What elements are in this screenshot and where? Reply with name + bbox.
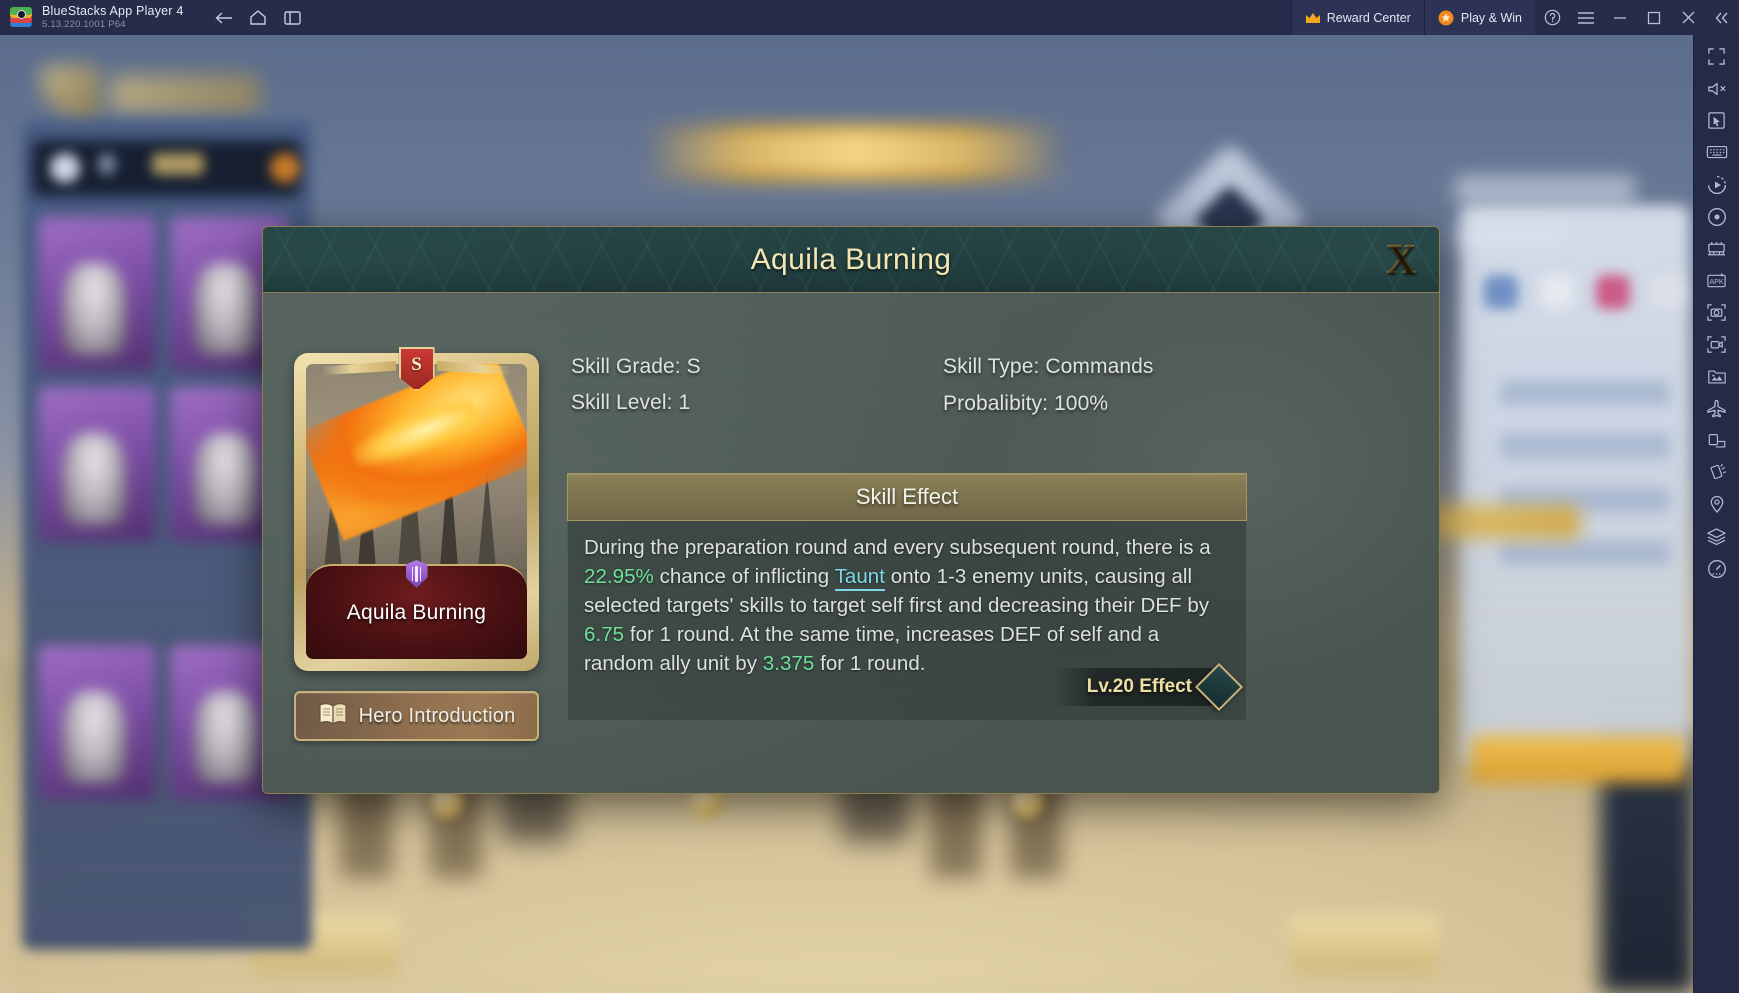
svg-text:APK: APK <box>1709 279 1723 286</box>
skill-probability-text: Probalibity: 100% <box>943 392 1109 415</box>
skill-value: 3.375 <box>762 652 815 675</box>
fullscreen-icon[interactable] <box>1697 41 1737 72</box>
skill-text: chance of inflicting <box>653 565 835 588</box>
speaker-mute-icon[interactable] <box>1697 73 1737 104</box>
background-info-title <box>1455 175 1635 205</box>
skill-card-inner: Aquila Burning <box>306 364 527 659</box>
reward-center-label: Reward Center <box>1326 10 1411 25</box>
background-info-subtitle <box>1455 225 1565 249</box>
app-version: 5.13.220.1001 P64 <box>42 19 126 31</box>
background-stat-icon <box>1650 275 1684 309</box>
menu-button[interactable] <box>1569 0 1603 35</box>
back-button[interactable] <box>209 5 239 31</box>
background-title-chip <box>110 75 260 113</box>
gallery-icon[interactable] <box>1697 361 1737 392</box>
navigation-buttons <box>209 5 307 31</box>
bluestacks-logo-icon <box>10 6 32 29</box>
background-chip <box>270 153 300 183</box>
record-circle-icon[interactable] <box>1697 201 1737 232</box>
background-stat-icon <box>1484 275 1518 309</box>
reward-center-button[interactable]: Reward Center <box>1290 0 1424 35</box>
background-info-row <box>1500 433 1670 459</box>
skill-effect-header: Skill Effect <box>567 473 1247 521</box>
hero-introduction-button[interactable]: Hero Introduction <box>294 691 539 741</box>
skill-card[interactable]: Aquila Burning S <box>294 347 539 671</box>
dialog-title: Aquila Burning <box>750 242 952 276</box>
camera-icon[interactable] <box>1697 297 1737 328</box>
keyboard-icon[interactable] <box>1697 137 1737 168</box>
app-name: BlueStacks App Player 4 <box>42 3 184 18</box>
background-hero-card <box>38 387 156 542</box>
skill-level-text: Skill Level: 1 <box>571 391 691 414</box>
rotate-screen-icon[interactable] <box>1697 425 1737 456</box>
shake-icon[interactable] <box>1697 457 1737 488</box>
apk-icon[interactable]: APK <box>1697 265 1737 296</box>
background-banner-text <box>655 135 1055 169</box>
play-and-win-button[interactable]: Play & Win <box>1423 0 1535 35</box>
background-chip <box>152 153 204 175</box>
background-stat-icon <box>1596 275 1630 309</box>
skill-detail-dialog: Aquila Burning X Aquila Burning S Hero I… <box>262 226 1440 794</box>
background-hero-card <box>38 645 156 800</box>
home-button[interactable] <box>243 5 273 31</box>
multi-instance-icon[interactable] <box>1697 233 1737 264</box>
multi-window-button[interactable] <box>277 5 307 31</box>
background-info-row <box>1500 380 1670 406</box>
background-bottom-card <box>1290 915 1440 975</box>
airplane-icon[interactable] <box>1697 393 1737 424</box>
lv20-effect-label: Lv.20 Effect <box>1052 668 1212 706</box>
skill-card-artwork <box>306 364 527 569</box>
tools-sidebar: APK <box>1693 35 1739 993</box>
skill-effect-header-label: Skill Effect <box>855 484 959 509</box>
background-info-row <box>1500 540 1670 566</box>
cursor-icon[interactable] <box>1697 105 1737 136</box>
collapse-sidebar-button[interactable] <box>1705 0 1739 35</box>
gauge-icon[interactable] <box>1697 553 1737 584</box>
background-hero-card <box>38 217 156 372</box>
dialog-header: Aquila Burning X <box>263 227 1439 293</box>
close-button[interactable] <box>1671 0 1705 35</box>
skill-text: for 1 round. <box>814 652 926 675</box>
lv20-effect-button[interactable]: Lv.20 Effect <box>1052 662 1244 712</box>
minimize-button[interactable] <box>1603 0 1637 35</box>
window-titlebar: BlueStacks App Player 4 5.13.220.1001 P6… <box>0 0 1739 35</box>
skill-text: During the preparation round and every s… <box>584 536 1211 559</box>
book-icon <box>318 702 348 731</box>
location-pin-icon[interactable] <box>1697 489 1737 520</box>
play-circle-icon[interactable] <box>1697 169 1737 200</box>
layers-icon[interactable] <box>1697 521 1737 552</box>
video-camera-icon[interactable] <box>1697 329 1737 360</box>
skill-description-text: During the preparation round and every s… <box>584 533 1230 678</box>
skill-description-panel: During the preparation round and every s… <box>567 521 1247 721</box>
skill-card-frame: Aquila Burning <box>294 353 539 671</box>
skill-value: 6.75 <box>584 623 625 646</box>
skill-card-name: Aquila Burning <box>346 600 487 624</box>
close-icon[interactable]: X <box>1377 234 1425 286</box>
skill-type-text: Skill Type: Commands <box>943 355 1154 378</box>
skill-grade-text: Skill Grade: S <box>571 355 701 378</box>
crown-icon <box>1305 12 1320 23</box>
background-stat-icon <box>1540 275 1574 309</box>
skill-keyword-link[interactable]: Taunt <box>834 565 886 591</box>
skill-value: 22.95% <box>584 565 654 588</box>
dialog-body: Aquila Burning S Hero Introduction Skill… <box>263 293 1439 793</box>
background-avatar <box>50 153 80 183</box>
play-and-win-label: Play & Win <box>1460 10 1522 25</box>
skill-grade-badge-label: S <box>411 354 422 375</box>
background-action-button <box>1470 735 1686 783</box>
help-button[interactable] <box>1535 0 1569 35</box>
hero-introduction-label: Hero Introduction <box>358 704 516 727</box>
background-chip <box>98 153 116 175</box>
star-badge-icon <box>1438 10 1454 26</box>
maximize-button[interactable] <box>1637 0 1671 35</box>
